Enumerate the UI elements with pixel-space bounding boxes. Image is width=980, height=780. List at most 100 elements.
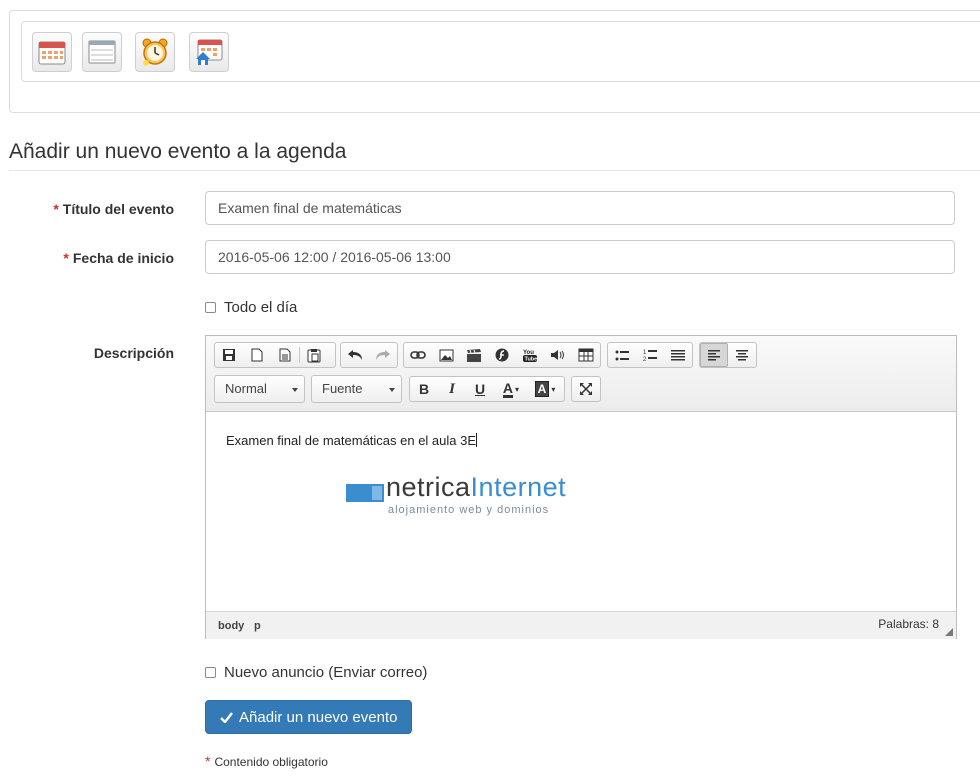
chevron-down-icon: ▾ [551,384,556,394]
add-event-button[interactable]: Añadir un nuevo evento [205,700,413,734]
history-tools [340,342,398,368]
chevron-down-icon: ▾ [515,384,520,394]
calendar-home-icon [196,39,223,65]
align-center-icon [736,350,748,361]
numbered-list-icon: 12 [643,350,657,362]
calendar-month-button[interactable] [32,32,72,72]
rich-text-editor: You Tube 12 Normal Fuente B I U A ▾ A ▾ … [205,335,957,639]
bullet-list-icon [615,350,629,360]
text-color-button[interactable]: A ▾ [494,377,528,401]
editor-toolbar: You Tube 12 Normal Fuente B I U A ▾ A ▾ [206,336,956,412]
all-day-label: Todo el día [224,299,298,316]
clapperboard-icon [467,348,481,362]
background-color-button[interactable]: A ▾ [528,377,562,401]
editor-status-bar: body p Palabras: 8 [206,611,956,639]
redo-button[interactable] [369,343,397,367]
horizontal-rule-button[interactable] [664,343,692,367]
announcement-row: Nuevo anuncio (Enviar correo) [205,664,427,681]
list-tools: 12 [607,342,693,368]
horizontal-rule-icon [671,349,685,360]
document-tools [214,342,336,368]
path-p[interactable]: p [254,620,261,632]
save-button[interactable] [215,343,243,367]
required-note: * Contenido obligatorio [205,753,328,769]
paste-icon [307,348,321,362]
path-body[interactable]: body [218,620,244,632]
table-button[interactable] [572,343,600,367]
image-button[interactable] [432,343,460,367]
start-date-label-text: Fecha de inicio [72,250,174,266]
add-event-button-label: Añadir un nuevo evento [239,708,398,726]
align-left-button[interactable] [700,343,728,367]
youtube-button[interactable]: You Tube [516,343,544,367]
numbered-list-button[interactable]: 12 [636,343,664,367]
event-title-input[interactable]: Examen final de matemáticas [205,191,955,225]
redo-icon [376,350,390,360]
check-icon [220,711,233,723]
table-icon [578,348,594,362]
underline-icon: U [474,381,486,397]
italic-button[interactable]: I [438,377,466,401]
save-icon [223,349,235,361]
editor-paragraph-text: Examen final de matemáticas en el aula 3… [226,433,477,448]
chevron-down-icon [389,388,395,392]
underline-button[interactable]: U [466,377,494,401]
flash-button[interactable] [488,343,516,367]
logo-part2: Internet [470,472,567,502]
undo-button[interactable] [341,343,369,367]
bulleted-list-button[interactable] [608,343,636,367]
calendar-month-icon [38,41,66,65]
required-marker: * [63,250,69,266]
calendar-list-icon [88,40,116,64]
word-count: Palabras: 8 [878,617,939,631]
image-icon [439,349,453,361]
calendar-list-button[interactable] [82,32,122,72]
format-select[interactable]: Normal [214,375,305,403]
logo-wordmark: netricaInternet [386,472,566,503]
alignment-tools [699,342,757,368]
resize-handle[interactable] [945,628,953,636]
alarm-clock-icon [142,38,168,66]
event-title-label-text: Título del evento [62,201,174,217]
youtube-icon: YouTube [523,350,537,362]
logo-tagline: alojamiento web y dominios [388,504,550,516]
new-page-button[interactable] [243,343,271,367]
templates-button[interactable] [271,343,299,367]
all-day-checkbox[interactable] [205,302,216,313]
maximize-button[interactable] [572,377,600,401]
svg-text:2: 2 [643,357,647,362]
event-title-label: * Título del evento [53,201,174,217]
align-left-icon [708,350,720,361]
bold-button[interactable]: B [410,377,438,401]
description-label: Descripción [93,345,174,361]
logo-mark-icon [346,484,384,502]
bold-icon: B [418,381,430,397]
required-marker: * [205,753,211,769]
calendar-home-button[interactable] [189,32,229,72]
start-date-label: * Fecha de inicio [63,250,174,266]
view-tools [571,376,601,402]
paste-button[interactable] [300,343,328,367]
font-select-value: Fuente [322,381,363,396]
align-center-button[interactable] [728,343,756,367]
page-title: Añadir un nuevo evento a la agenda [9,140,347,163]
templates-icon [279,348,291,362]
announcement-label: Nuevo anuncio (Enviar correo) [224,664,428,681]
undo-icon [348,350,362,360]
editor-content-area[interactable]: Examen final de matemáticas en el aula 3… [206,412,956,611]
announcement-checkbox[interactable] [205,667,216,678]
netrica-logo: netricaInternet alojamiento web y domini… [346,472,586,522]
text-style-tools: B I U A ▾ A ▾ [409,376,565,402]
start-date-input[interactable]: 2016-05-06 12:00 / 2016-05-06 13:00 [205,240,955,274]
speaker-icon [551,350,564,360]
title-divider [9,170,980,171]
required-marker: * [53,201,59,217]
link-button[interactable] [404,343,432,367]
audio-button[interactable] [544,343,572,367]
alarm-button[interactable] [135,32,175,72]
required-note-text: Contenido obligatorio [214,755,328,769]
svg-text:1: 1 [643,350,647,356]
font-select[interactable]: Fuente [311,375,402,403]
video-button[interactable] [460,343,488,367]
text-cursor [476,433,478,447]
